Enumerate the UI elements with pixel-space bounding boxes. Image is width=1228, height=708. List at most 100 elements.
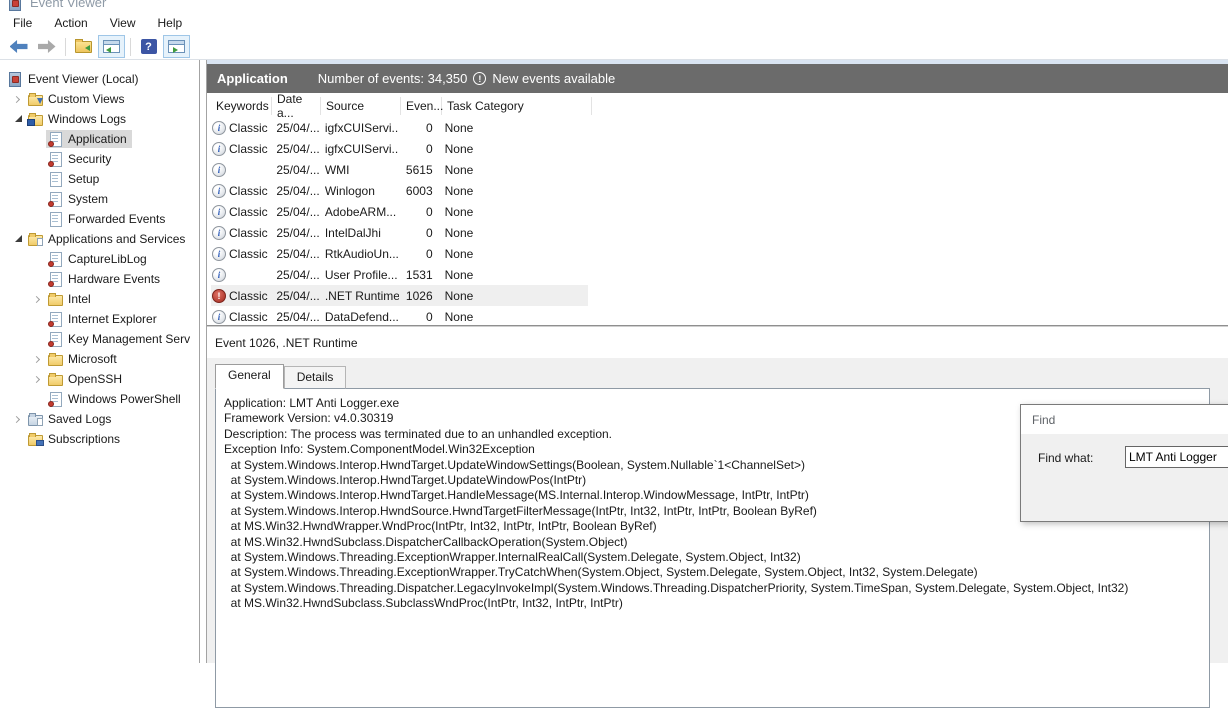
column-header-even[interactable]: Even...: [401, 97, 443, 115]
events-table: Keywords Date a... Source Even... Task Categ…: [207, 93, 1228, 326]
tree-item-openssh[interactable]: OpenSSH: [0, 369, 199, 389]
event-row[interactable]: 25/04/...User Profile...1531None: [211, 264, 588, 285]
tree-item-system[interactable]: System: [0, 189, 199, 209]
toolbar-separator: [130, 37, 131, 56]
toggle-action-pane-button[interactable]: [163, 35, 190, 58]
log-file-plain-icon: [48, 172, 63, 187]
main-area: Event Viewer (Local) Custom Views Windows …: [0, 60, 1228, 708]
info-icon: [212, 225, 226, 240]
error-icon: [212, 288, 226, 303]
event-detail-line: at System.Windows.Threading.Dispatcher.L…: [224, 580, 1129, 595]
forward-button[interactable]: [33, 35, 60, 58]
info-icon: [212, 183, 226, 198]
tree-item-subscriptions[interactable]: Subscriptions: [0, 429, 199, 449]
column-header-keywords[interactable]: Keywords: [211, 97, 272, 115]
folder-monitor-icon: [27, 112, 43, 126]
log-file-icon: [48, 192, 63, 207]
tree-item-internet-explorer[interactable]: Internet Explorer: [0, 309, 199, 329]
help-button[interactable]: [135, 35, 162, 58]
preview-title: Event 1026, .NET Runtime: [207, 327, 1228, 358]
event-row[interactable]: Classic25/04/....NET Runtime1026None: [211, 285, 588, 306]
window-title: Event Viewer: [30, 0, 107, 10]
forward-arrow-icon: [37, 40, 56, 53]
tree-item-custom-views[interactable]: Custom Views: [0, 89, 199, 109]
event-row[interactable]: Classic25/04/...DataDefend...0None: [211, 306, 588, 325]
info-icon: [212, 267, 226, 282]
info-icon: [212, 162, 226, 177]
log-header: Application Number of events: 34,350 New…: [207, 64, 1228, 93]
event-row[interactable]: 25/04/...WMI5615None: [211, 159, 588, 180]
menu-help[interactable]: Help: [147, 13, 194, 33]
log-file-icon: [48, 152, 63, 167]
tree-item-intel[interactable]: Intel: [0, 289, 199, 309]
toolbar-separator: [65, 37, 66, 56]
help-icon: [140, 39, 157, 54]
tab-details[interactable]: Details: [283, 366, 347, 389]
tree-item-saved-logs[interactable]: Saved Logs: [0, 409, 199, 429]
log-file-icon: [48, 252, 63, 267]
tree-item-windows-logs[interactable]: Windows Logs: [0, 109, 199, 129]
tree-item-windows-powershell[interactable]: Windows PowerShell: [0, 389, 199, 409]
tree-item-key-management-serv[interactable]: Key Management Serv: [0, 329, 199, 349]
event-row[interactable]: Classic25/04/...Winlogon6003None: [211, 180, 588, 201]
console-tree: Event Viewer (Local) Custom Views Windows …: [0, 60, 200, 663]
expander-icon[interactable]: [30, 295, 46, 303]
preview-tabs: General Details: [215, 363, 1228, 389]
info-icon: [212, 120, 226, 135]
event-row[interactable]: Classic25/04/...igfxCUIServi...0None: [211, 138, 588, 159]
tree-item-applications-and-services[interactable]: Applications and Services: [0, 229, 199, 249]
menu-file[interactable]: File: [2, 13, 43, 33]
expander-icon[interactable]: [10, 415, 26, 423]
column-header-date-a[interactable]: Date a...: [272, 93, 321, 120]
back-button[interactable]: [5, 35, 32, 58]
info-icon: [212, 309, 226, 324]
find-what-input[interactable]: [1125, 446, 1228, 468]
tab-general[interactable]: General: [215, 364, 284, 389]
event-row[interactable]: Classic25/04/...igfxCUIServi...0None: [211, 117, 588, 138]
event-row[interactable]: Classic25/04/...IntelDalJhi0None: [211, 222, 588, 243]
tree-item-forwarded-events[interactable]: Forwarded Events: [0, 209, 199, 229]
folder-icon: [48, 292, 63, 306]
action-pane-icon: [168, 40, 185, 53]
open-folder-icon: [75, 38, 92, 53]
log-file-icon: [48, 392, 63, 407]
tree-item-microsoft[interactable]: Microsoft: [0, 349, 199, 369]
events-table-body: Classic25/04/...igfxCUIServi...0NoneClas…: [207, 117, 1228, 325]
menu-action[interactable]: Action: [43, 13, 98, 33]
new-events-alert-icon: [473, 72, 487, 85]
expander-icon[interactable]: [10, 114, 26, 122]
new-events-label: New events available: [492, 71, 616, 86]
column-header-source[interactable]: Source: [321, 97, 401, 115]
tree-item-hardware-events[interactable]: Hardware Events: [0, 269, 199, 289]
menu-view[interactable]: View: [99, 13, 147, 33]
tree-item-application[interactable]: Application: [0, 129, 199, 149]
folder-icon: [48, 352, 63, 366]
event-row[interactable]: Classic25/04/...RtkAudioUn...0None: [211, 243, 588, 264]
event-detail-line: at System.Windows.Threading.ExceptionWra…: [224, 565, 978, 580]
event-viewer-window: { "colors": { "panel_header_bg": "#6b6b6…: [0, 0, 1228, 708]
open-saved-log-button[interactable]: [70, 35, 97, 58]
console-tree-icon: [103, 40, 120, 53]
folder-icon: [48, 372, 63, 386]
folder-filter-icon: [28, 92, 43, 106]
subscriptions-icon: [28, 432, 44, 446]
find-dialog: Find Find what:: [1020, 404, 1228, 522]
expander-icon[interactable]: [10, 95, 26, 103]
tree-item-captureliblog[interactable]: CaptureLibLog: [0, 249, 199, 269]
tree-item-setup[interactable]: Setup: [0, 169, 199, 189]
tree-item-event-viewer-local[interactable]: Event Viewer (Local): [0, 69, 199, 89]
expander-icon[interactable]: [30, 355, 46, 363]
tree-item-security[interactable]: Security: [0, 149, 199, 169]
column-header-task-category[interactable]: Task Category: [442, 97, 592, 115]
expander-icon[interactable]: [30, 375, 46, 383]
folder-page-icon: [28, 232, 43, 246]
app-icon: [8, 0, 23, 11]
info-icon: [212, 246, 226, 261]
expander-icon[interactable]: [10, 234, 26, 242]
info-icon: [212, 204, 226, 219]
event-row[interactable]: Classic25/04/...AdobeARM...0None: [211, 201, 588, 222]
event-viewer-icon: [8, 72, 23, 87]
toolbar: [0, 34, 1228, 60]
log-status: Number of events: 34,350 New events avai…: [318, 71, 615, 86]
toggle-console-tree-button[interactable]: [98, 35, 125, 58]
